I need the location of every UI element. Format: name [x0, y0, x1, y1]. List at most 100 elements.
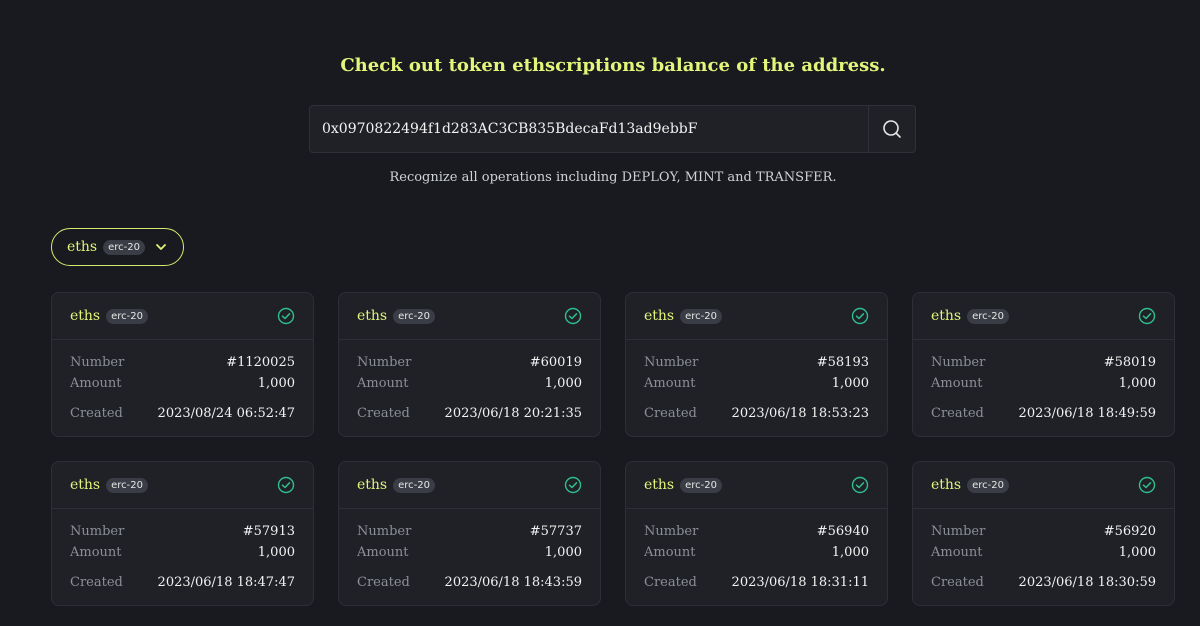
- check-circle-icon: [1138, 476, 1156, 494]
- number-value: #60019: [529, 355, 582, 370]
- number-label: Number: [357, 355, 412, 370]
- check-circle-icon: [277, 307, 295, 325]
- created-value: 2023/06/18 18:49:59: [1018, 406, 1156, 421]
- number-row: Number #1120025: [70, 352, 295, 373]
- address-input[interactable]: 0x0970822494f1d283AC3CB835BdecaFd13ad9eb…: [310, 106, 868, 152]
- created-label: Created: [644, 575, 697, 590]
- amount-label: Amount: [357, 545, 409, 560]
- card-badge: erc-20: [967, 477, 1009, 493]
- created-row: Created 2023/06/18 18:30:59: [931, 572, 1156, 593]
- card-tick: eths: [70, 477, 101, 493]
- created-value: 2023/06/18 18:31:11: [731, 575, 869, 590]
- amount-value: 1,000: [1118, 545, 1156, 560]
- card-badge: erc-20: [393, 477, 435, 493]
- created-value: 2023/06/18 18:43:59: [444, 575, 582, 590]
- amount-value: 1,000: [831, 545, 869, 560]
- card-header: eths erc-20: [913, 293, 1174, 340]
- created-label: Created: [931, 406, 984, 421]
- amount-value: 1,000: [257, 545, 295, 560]
- amount-row: Amount 1,000: [931, 373, 1156, 394]
- subtitle: Recognize all operations including DEPLO…: [389, 170, 837, 185]
- check-circle-icon: [851, 307, 869, 325]
- created-value: 2023/06/18 18:30:59: [1018, 575, 1156, 590]
- search-button[interactable]: [868, 106, 915, 152]
- amount-label: Amount: [931, 545, 983, 560]
- address-search: 0x0970822494f1d283AC3CB835BdecaFd13ad9eb…: [309, 105, 916, 153]
- card-body: Number #1120025 Amount 1,000 Created 2023/08/…: [52, 340, 313, 424]
- token-card[interactable]: eths erc-20 Number #58193 Amount 1,000 Created…: [625, 292, 888, 437]
- card-badge: erc-20: [680, 477, 722, 493]
- token-card[interactable]: eths erc-20 Number #57913 Amount 1,000 Created…: [51, 461, 314, 606]
- card-tick: eths: [931, 477, 962, 493]
- amount-row: Amount 1,000: [357, 373, 582, 394]
- created-row: Created 2023/08/24 06:52:47: [70, 403, 295, 424]
- chevron-down-icon: [155, 241, 167, 253]
- created-row: Created 2023/06/18 18:31:11: [644, 572, 869, 593]
- created-value: 2023/06/18 18:53:23: [731, 406, 869, 421]
- number-value: #57737: [529, 524, 582, 539]
- token-card[interactable]: eths erc-20 Number #1120025 Amount 1,000 Creat…: [51, 292, 314, 437]
- number-label: Number: [644, 524, 699, 539]
- number-row: Number #58193: [644, 352, 869, 373]
- token-card[interactable]: eths erc-20 Number #57737 Amount 1,000 Created…: [338, 461, 601, 606]
- check-circle-icon: [277, 476, 295, 494]
- created-label: Created: [357, 406, 410, 421]
- card-body: Number #57913 Amount 1,000 Created 2023/06/18…: [52, 509, 313, 593]
- amount-label: Amount: [931, 376, 983, 391]
- card-tick: eths: [644, 308, 675, 324]
- created-row: Created 2023/06/18 18:43:59: [357, 572, 582, 593]
- number-value: #56940: [816, 524, 869, 539]
- card-body: Number #56940 Amount 1,000 Created 2023/06/18…: [626, 509, 887, 593]
- number-value: #58019: [1103, 355, 1156, 370]
- card-header: eths erc-20: [52, 293, 313, 340]
- card-tick: eths: [931, 308, 962, 324]
- card-header: eths erc-20: [626, 462, 887, 509]
- filter-badge: erc-20: [103, 239, 145, 255]
- number-row: Number #60019: [357, 352, 582, 373]
- amount-row: Amount 1,000: [70, 542, 295, 563]
- created-label: Created: [644, 406, 697, 421]
- amount-label: Amount: [70, 376, 122, 391]
- card-badge: erc-20: [393, 308, 435, 324]
- card-header: eths erc-20: [52, 462, 313, 509]
- card-tick: eths: [357, 308, 388, 324]
- created-value: 2023/06/18 18:47:47: [157, 575, 295, 590]
- card-tick: eths: [357, 477, 388, 493]
- amount-label: Amount: [644, 545, 696, 560]
- token-card[interactable]: eths erc-20 Number #56940 Amount 1,000 Created…: [625, 461, 888, 606]
- amount-row: Amount 1,000: [644, 542, 869, 563]
- amount-row: Amount 1,000: [357, 542, 582, 563]
- card-header: eths erc-20: [339, 462, 600, 509]
- created-row: Created 2023/06/18 18:53:23: [644, 403, 869, 424]
- amount-label: Amount: [357, 376, 409, 391]
- created-row: Created 2023/06/18 20:21:35: [357, 403, 582, 424]
- amount-label: Amount: [644, 376, 696, 391]
- number-label: Number: [931, 355, 986, 370]
- token-card[interactable]: eths erc-20 Number #60019 Amount 1,000 Created…: [338, 292, 601, 437]
- number-row: Number #57737: [357, 521, 582, 542]
- number-row: Number #57913: [70, 521, 295, 542]
- amount-value: 1,000: [1118, 376, 1156, 391]
- amount-value: 1,000: [544, 545, 582, 560]
- card-header: eths erc-20: [626, 293, 887, 340]
- created-value: 2023/06/18 20:21:35: [444, 406, 582, 421]
- card-tick: eths: [70, 308, 101, 324]
- filter-tick: eths: [67, 239, 98, 255]
- token-card[interactable]: eths erc-20 Number #58019 Amount 1,000 Created…: [912, 292, 1175, 437]
- amount-row: Amount 1,000: [644, 373, 869, 394]
- amount-value: 1,000: [544, 376, 582, 391]
- token-filter-dropdown[interactable]: eths erc-20: [51, 228, 184, 266]
- token-card[interactable]: eths erc-20 Number #56920 Amount 1,000 Created…: [912, 461, 1175, 606]
- number-label: Number: [70, 355, 125, 370]
- card-header: eths erc-20: [913, 462, 1174, 509]
- number-row: Number #56920: [931, 521, 1156, 542]
- card-body: Number #57737 Amount 1,000 Created 2023/06/18…: [339, 509, 600, 593]
- number-value: #57913: [242, 524, 295, 539]
- amount-value: 1,000: [831, 376, 869, 391]
- check-circle-icon: [564, 307, 582, 325]
- amount-value: 1,000: [257, 376, 295, 391]
- amount-label: Amount: [70, 545, 122, 560]
- created-label: Created: [931, 575, 984, 590]
- page: Check out token ethscriptions balance of…: [0, 0, 1200, 626]
- check-circle-icon: [851, 476, 869, 494]
